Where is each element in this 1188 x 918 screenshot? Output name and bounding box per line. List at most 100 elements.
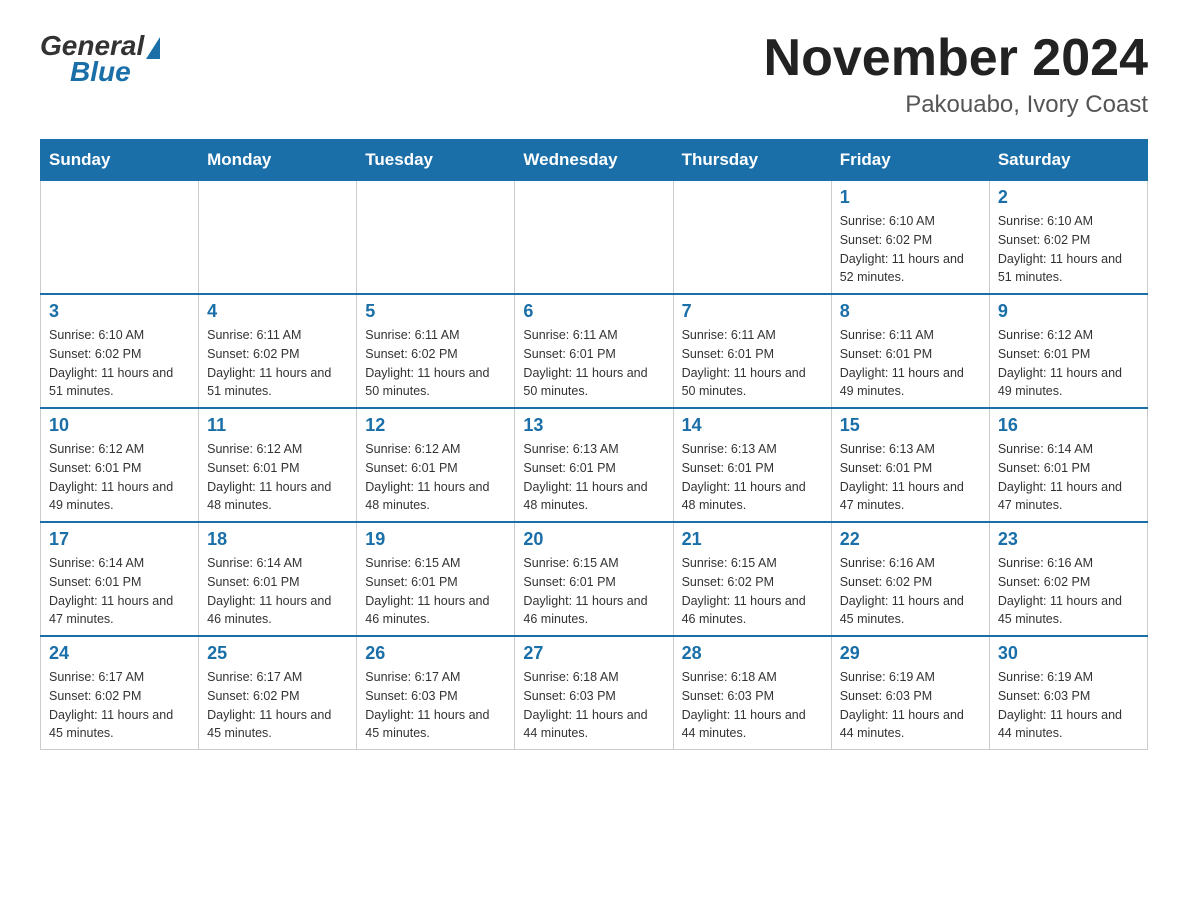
day-number: 24 <box>49 643 190 664</box>
day-number: 27 <box>523 643 664 664</box>
day-number: 23 <box>998 529 1139 550</box>
day-info: Sunrise: 6:11 AMSunset: 6:01 PMDaylight:… <box>840 326 981 401</box>
table-row <box>673 181 831 295</box>
logo-triangle-icon <box>146 37 160 59</box>
day-info: Sunrise: 6:14 AMSunset: 6:01 PMDaylight:… <box>207 554 348 629</box>
day-info: Sunrise: 6:11 AMSunset: 6:02 PMDaylight:… <box>365 326 506 401</box>
table-row: 2 Sunrise: 6:10 AMSunset: 6:02 PMDaylight… <box>989 181 1147 295</box>
day-info: Sunrise: 6:14 AMSunset: 6:01 PMDaylight:… <box>49 554 190 629</box>
day-info: Sunrise: 6:14 AMSunset: 6:01 PMDaylight:… <box>998 440 1139 515</box>
table-row: 14 Sunrise: 6:13 AMSunset: 6:01 PMDayligh… <box>673 408 831 522</box>
day-number: 21 <box>682 529 823 550</box>
table-row <box>199 181 357 295</box>
day-number: 30 <box>998 643 1139 664</box>
logo: General Blue <box>40 30 160 88</box>
day-number: 25 <box>207 643 348 664</box>
day-info: Sunrise: 6:11 AMSunset: 6:01 PMDaylight:… <box>523 326 664 401</box>
table-row: 21 Sunrise: 6:15 AMSunset: 6:02 PMDayligh… <box>673 522 831 636</box>
table-row: 20 Sunrise: 6:15 AMSunset: 6:01 PMDayligh… <box>515 522 673 636</box>
table-row: 19Sunrise: 6:15 AMSunset: 6:01 PMDayligh… <box>357 522 515 636</box>
table-row: 3 Sunrise: 6:10 AMSunset: 6:02 PMDaylight… <box>41 294 199 408</box>
day-info: Sunrise: 6:10 AMSunset: 6:02 PMDaylight:… <box>840 212 981 287</box>
table-row: 13 Sunrise: 6:13 AMSunset: 6:01 PMDayligh… <box>515 408 673 522</box>
table-row: 29 Sunrise: 6:19 AMSunset: 6:03 PMDayligh… <box>831 636 989 750</box>
table-row: 11Sunrise: 6:12 AMSunset: 6:01 PMDayligh… <box>199 408 357 522</box>
day-number: 29 <box>840 643 981 664</box>
table-row: 1Sunrise: 6:10 AMSunset: 6:02 PMDaylight… <box>831 181 989 295</box>
table-row: 28 Sunrise: 6:18 AMSunset: 6:03 PMDayligh… <box>673 636 831 750</box>
calendar-week-1: 1Sunrise: 6:10 AMSunset: 6:02 PMDaylight… <box>41 181 1148 295</box>
calendar-week-4: 17Sunrise: 6:14 AMSunset: 6:01 PMDayligh… <box>41 522 1148 636</box>
header-monday: Monday <box>199 140 357 181</box>
table-row <box>357 181 515 295</box>
table-row: 27 Sunrise: 6:18 AMSunset: 6:03 PMDayligh… <box>515 636 673 750</box>
header-sunday: Sunday <box>41 140 199 181</box>
day-number: 12 <box>365 415 506 436</box>
table-row: 15Sunrise: 6:13 AMSunset: 6:01 PMDayligh… <box>831 408 989 522</box>
day-number: 19 <box>365 529 506 550</box>
day-info: Sunrise: 6:13 AMSunset: 6:01 PMDaylight:… <box>840 440 981 515</box>
day-number: 2 <box>998 187 1139 208</box>
day-number: 8 <box>840 301 981 322</box>
day-info: Sunrise: 6:12 AMSunset: 6:01 PMDaylight:… <box>49 440 190 515</box>
day-number: 5 <box>365 301 506 322</box>
day-number: 7 <box>682 301 823 322</box>
day-number: 6 <box>523 301 664 322</box>
day-info: Sunrise: 6:17 AMSunset: 6:02 PMDaylight:… <box>207 668 348 743</box>
day-info: Sunrise: 6:12 AMSunset: 6:01 PMDaylight:… <box>365 440 506 515</box>
table-row: 7 Sunrise: 6:11 AMSunset: 6:01 PMDaylight… <box>673 294 831 408</box>
month-title: November 2024 <box>764 30 1148 87</box>
day-info: Sunrise: 6:18 AMSunset: 6:03 PMDaylight:… <box>682 668 823 743</box>
table-row: 10 Sunrise: 6:12 AMSunset: 6:01 PMDayligh… <box>41 408 199 522</box>
day-number: 26 <box>365 643 506 664</box>
calendar-table: Sunday Monday Tuesday Wednesday Thursday… <box>40 139 1148 750</box>
day-number: 28 <box>682 643 823 664</box>
day-info: Sunrise: 6:15 AMSunset: 6:01 PMDaylight:… <box>523 554 664 629</box>
page-header: General Blue November 2024 Pakouabo, Ivo… <box>40 30 1148 119</box>
day-number: 18 <box>207 529 348 550</box>
day-number: 4 <box>207 301 348 322</box>
header-tuesday: Tuesday <box>357 140 515 181</box>
logo-blue-text: Blue <box>70 56 131 88</box>
table-row: 22 Sunrise: 6:16 AMSunset: 6:02 PMDayligh… <box>831 522 989 636</box>
day-number: 14 <box>682 415 823 436</box>
day-info: Sunrise: 6:11 AMSunset: 6:02 PMDaylight:… <box>207 326 348 401</box>
calendar-week-2: 3 Sunrise: 6:10 AMSunset: 6:02 PMDaylight… <box>41 294 1148 408</box>
day-info: Sunrise: 6:10 AMSunset: 6:02 PMDaylight:… <box>998 212 1139 287</box>
header-thursday: Thursday <box>673 140 831 181</box>
calendar-week-5: 24 Sunrise: 6:17 AMSunset: 6:02 PMDayligh… <box>41 636 1148 750</box>
day-number: 10 <box>49 415 190 436</box>
day-number: 20 <box>523 529 664 550</box>
day-info: Sunrise: 6:13 AMSunset: 6:01 PMDaylight:… <box>523 440 664 515</box>
day-info: Sunrise: 6:15 AMSunset: 6:02 PMDaylight:… <box>682 554 823 629</box>
table-row <box>515 181 673 295</box>
calendar-week-3: 10 Sunrise: 6:12 AMSunset: 6:01 PMDayligh… <box>41 408 1148 522</box>
day-info: Sunrise: 6:13 AMSunset: 6:01 PMDaylight:… <box>682 440 823 515</box>
day-number: 13 <box>523 415 664 436</box>
table-row: 18 Sunrise: 6:14 AMSunset: 6:01 PMDayligh… <box>199 522 357 636</box>
day-number: 22 <box>840 529 981 550</box>
table-row: 23 Sunrise: 6:16 AMSunset: 6:02 PMDayligh… <box>989 522 1147 636</box>
table-row: 30 Sunrise: 6:19 AMSunset: 6:03 PMDayligh… <box>989 636 1147 750</box>
day-info: Sunrise: 6:12 AMSunset: 6:01 PMDaylight:… <box>207 440 348 515</box>
day-info: Sunrise: 6:10 AMSunset: 6:02 PMDaylight:… <box>49 326 190 401</box>
day-info: Sunrise: 6:17 AMSunset: 6:02 PMDaylight:… <box>49 668 190 743</box>
day-info: Sunrise: 6:18 AMSunset: 6:03 PMDaylight:… <box>523 668 664 743</box>
day-info: Sunrise: 6:11 AMSunset: 6:01 PMDaylight:… <box>682 326 823 401</box>
location: Pakouabo, Ivory Coast <box>764 91 1148 119</box>
table-row: 12 Sunrise: 6:12 AMSunset: 6:01 PMDayligh… <box>357 408 515 522</box>
day-info: Sunrise: 6:19 AMSunset: 6:03 PMDaylight:… <box>998 668 1139 743</box>
table-row: 16Sunrise: 6:14 AMSunset: 6:01 PMDayligh… <box>989 408 1147 522</box>
header-friday: Friday <box>831 140 989 181</box>
day-info: Sunrise: 6:17 AMSunset: 6:03 PMDaylight:… <box>365 668 506 743</box>
day-info: Sunrise: 6:16 AMSunset: 6:02 PMDaylight:… <box>998 554 1139 629</box>
day-info: Sunrise: 6:12 AMSunset: 6:01 PMDaylight:… <box>998 326 1139 401</box>
table-row: 26 Sunrise: 6:17 AMSunset: 6:03 PMDayligh… <box>357 636 515 750</box>
day-info: Sunrise: 6:16 AMSunset: 6:02 PMDaylight:… <box>840 554 981 629</box>
day-number: 3 <box>49 301 190 322</box>
table-row: 8 Sunrise: 6:11 AMSunset: 6:01 PMDaylight… <box>831 294 989 408</box>
table-row: 24 Sunrise: 6:17 AMSunset: 6:02 PMDayligh… <box>41 636 199 750</box>
day-number: 9 <box>998 301 1139 322</box>
table-row: 25 Sunrise: 6:17 AMSunset: 6:02 PMDayligh… <box>199 636 357 750</box>
day-info: Sunrise: 6:19 AMSunset: 6:03 PMDaylight:… <box>840 668 981 743</box>
